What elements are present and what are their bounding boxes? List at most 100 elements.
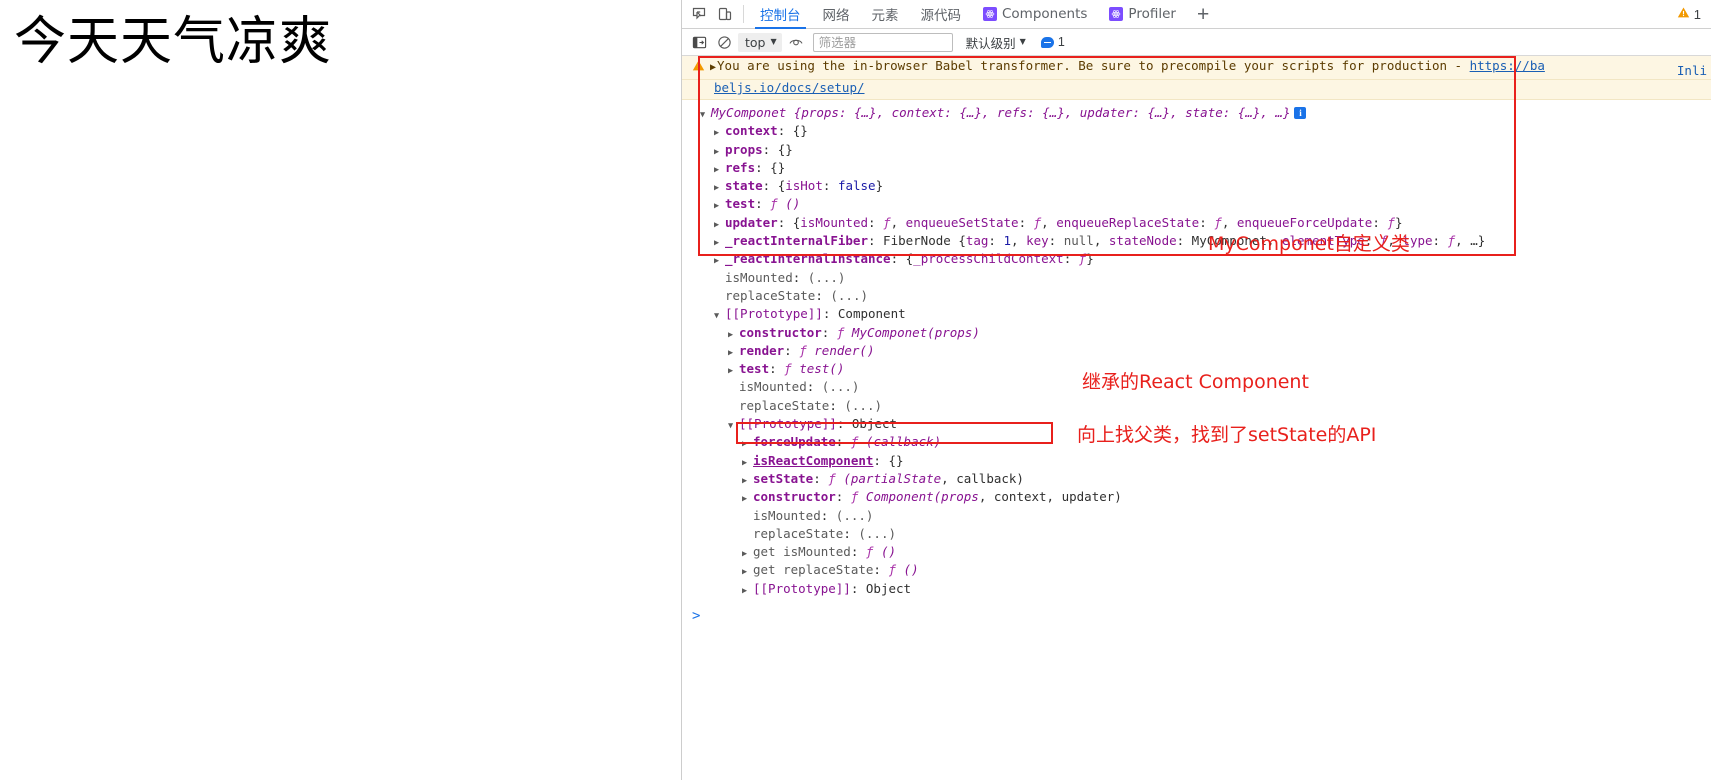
tree-row-isReactComponent[interactable]: ▶ isReactComponent: {}: [682, 452, 1711, 470]
annotation-text-set-state: 向上找父类，找到了setState的API: [1077, 424, 1377, 446]
babel-setup-link-part1[interactable]: https://ba: [1470, 58, 1545, 73]
console-warning-message-line2: beljs.io/docs/setup/: [682, 80, 1711, 100]
tree-row-context[interactable]: ▶ context: {}: [682, 122, 1711, 140]
tree-row-text-protoComponent: [[Prototype]]: Component: [725, 306, 906, 322]
babel-setup-link-part2[interactable]: beljs.io/docs/setup/: [714, 80, 865, 95]
react-logo-icon: [983, 7, 997, 21]
tree-row-text-getIsMounted: get isMounted: ƒ (): [753, 544, 897, 560]
tree-row-props[interactable]: ▶ props: {}: [682, 141, 1711, 159]
devtools-tabbar: 控制台 网络 元素 源代码 Components Profiler + 1: [682, 0, 1711, 29]
tree-row-text-props: props: {}: [725, 141, 793, 157]
tab-elements[interactable]: 元素: [861, 0, 910, 29]
tree-row-text-root: MyComponet {props: {…}, context: {…}, re…: [711, 105, 1307, 120]
tree-row-text-protoObject: [[Prototype]]: Object: [739, 416, 898, 432]
devtools-panel: 控制台 网络 元素 源代码 Components Profiler + 1 to…: [681, 0, 1711, 780]
log-level-label: 默认级别: [965, 35, 1016, 51]
console-warning-message[interactable]: ▶You are using the in-browser Babel tran…: [682, 56, 1711, 80]
tabbar-divider: [743, 5, 744, 23]
warning-body: You are using the in-browser Babel trans…: [717, 58, 1470, 73]
warning-source-link[interactable]: Inli: [1677, 63, 1707, 78]
message-bubble-icon: [1040, 36, 1054, 48]
tab-sources[interactable]: 源代码: [910, 0, 973, 29]
annotation-text-react-component: 继承的React Component: [1082, 371, 1309, 393]
device-toolbar-icon[interactable]: [712, 1, 738, 27]
tab-profiler-label: Profiler: [1128, 6, 1176, 22]
tree-row-text-constructorComponent: constructor: ƒ Component(props, context,…: [753, 489, 1122, 505]
inspect-element-icon[interactable]: [686, 1, 712, 27]
web-page-pane: 今天天气凉爽: [0, 0, 681, 780]
tree-row-replaceState1[interactable]: ▶replaceState: (...): [682, 287, 1711, 305]
tab-console[interactable]: 控制台: [749, 0, 812, 29]
console-message-area[interactable]: ▶You are using the in-browser Babel tran…: [682, 56, 1711, 780]
log-level-select[interactable]: 默认级别 ▼: [966, 33, 1026, 52]
tree-row-root[interactable]: ▼ MyComponet {props: {…}, context: {…}, r…: [682, 104, 1711, 122]
tree-row-text-constructorMy: constructor: ƒ MyComponet(props): [739, 324, 980, 340]
tree-row-instance[interactable]: ▶ _reactInternalInstance: {_processChildC…: [682, 250, 1711, 268]
warning-count-text: 1: [1693, 6, 1701, 22]
tree-row-text-isMounted1: isMounted: (...): [725, 269, 846, 285]
tree-row-render[interactable]: ▶ render: ƒ render(): [682, 342, 1711, 360]
tree-row-getIsMounted[interactable]: ▶ get isMounted: ƒ (): [682, 543, 1711, 561]
add-panel-button[interactable]: +: [1187, 4, 1219, 25]
tree-row-test[interactable]: ▶ test: ƒ (): [682, 195, 1711, 213]
tab-network-label: 网络: [822, 8, 850, 24]
tree-row-text-protoObject2: [[Prototype]]: Object: [753, 580, 912, 596]
tree-row-text-isMounted2: isMounted: (...): [739, 379, 860, 395]
tree-row-text-test: test: ƒ (): [725, 196, 801, 212]
react-logo-icon: [1109, 7, 1124, 21]
tree-row-text-context: context: {}: [725, 123, 808, 139]
tree-row-text-updater: updater: {isMounted: ƒ, enqueueSetState:…: [725, 214, 1403, 230]
tree-row-replaceState3[interactable]: ▶replaceState: (...): [682, 525, 1711, 543]
console-filter-input[interactable]: [812, 32, 953, 52]
tree-row-isMounted1[interactable]: ▶isMounted: (...): [682, 269, 1711, 287]
warning-message-text: ▶You are using the in-browser Babel tran…: [710, 58, 1545, 76]
tree-row-updater[interactable]: ▶ updater: {isMounted: ƒ, enqueueSetState…: [682, 214, 1711, 232]
tab-console-label: 控制台: [760, 8, 801, 24]
show-console-sidebar-icon[interactable]: [688, 32, 710, 53]
expand-arrow-icon[interactable]: ▶: [742, 582, 753, 600]
tree-row-isMounted3[interactable]: ▶isMounted: (...): [682, 507, 1711, 525]
message-count-badge[interactable]: 1: [1040, 35, 1065, 49]
tree-row-state[interactable]: ▶ state: {isHot: false}: [682, 177, 1711, 195]
console-object-tree[interactable]: ▼ MyComponet {props: {…}, context: {…}, r…: [682, 100, 1711, 598]
tree-row-replaceState2[interactable]: ▶replaceState: (...): [682, 397, 1711, 415]
tree-row-constructorMy[interactable]: ▶ constructor: ƒ MyComponet(props): [682, 324, 1711, 342]
tab-network[interactable]: 网络: [812, 0, 861, 29]
tree-row-fiber[interactable]: ▶ _reactInternalFiber: FiberNode {tag: 1,…: [682, 232, 1711, 250]
warning-triangle-icon: [692, 59, 705, 76]
chevron-down-icon: ▼: [1019, 37, 1026, 46]
tree-row-text-render: render: ƒ render(): [739, 342, 875, 358]
page-heading: 今天天气凉爽: [14, 12, 333, 72]
tree-row-text-setState: setState: ƒ (partialState, callback): [753, 470, 1024, 486]
chevron-down-icon: ▼: [770, 37, 777, 46]
tree-row-text-instance: _reactInternalInstance: {_processChildCo…: [725, 251, 1094, 267]
tree-row-text-refs: refs: {}: [725, 159, 786, 175]
tree-row-text-isMounted3: isMounted: (...): [753, 507, 874, 523]
tab-components[interactable]: Components: [972, 0, 1098, 29]
tree-row-text-replaceState2: replaceState: (...): [739, 397, 882, 413]
tree-row-constructorComponent[interactable]: ▶ constructor: ƒ Component(props, context…: [682, 488, 1711, 506]
tree-row-protoComponent[interactable]: ▼ [[Prototype]]: Component: [682, 305, 1711, 323]
tab-profiler[interactable]: Profiler: [1098, 0, 1187, 29]
tab-components-label: Components: [1002, 6, 1088, 22]
tree-row-protoObject2[interactable]: ▶ [[Prototype]]: Object: [682, 580, 1711, 598]
clear-console-icon[interactable]: [713, 32, 735, 53]
tab-sources-label: 源代码: [920, 8, 962, 24]
tabbar-right-group: 1: [1677, 6, 1711, 22]
tab-elements-label: 元素: [871, 8, 899, 24]
tree-row-text-state: state: {isHot: false}: [725, 178, 884, 194]
live-expression-icon[interactable]: [785, 32, 807, 53]
console-filter-toolbar: top ▼ 默认级别 ▼ 1: [682, 29, 1711, 56]
execution-context-select[interactable]: top ▼: [738, 32, 782, 52]
tree-row-setState[interactable]: ▶ setState: ƒ (partialState, callback): [682, 470, 1711, 488]
console-prompt[interactable]: >: [682, 608, 1711, 624]
tree-row-text-getReplaceState: get replaceState: ƒ (): [753, 562, 919, 578]
tree-row-text-test2: test: ƒ test(): [739, 361, 845, 377]
tree-row-text-isReactComponent: isReactComponent: {}: [753, 452, 904, 468]
tree-row-refs[interactable]: ▶ refs: {}: [682, 159, 1711, 177]
message-count-text: 1: [1057, 35, 1065, 49]
tree-row-getReplaceState[interactable]: ▶ get replaceState: ƒ (): [682, 561, 1711, 579]
warning-count-badge[interactable]: 1: [1677, 6, 1701, 22]
tree-row-text-replaceState1: replaceState: (...): [725, 287, 868, 303]
expand-arrow-icon[interactable]: ▶: [710, 62, 716, 73]
